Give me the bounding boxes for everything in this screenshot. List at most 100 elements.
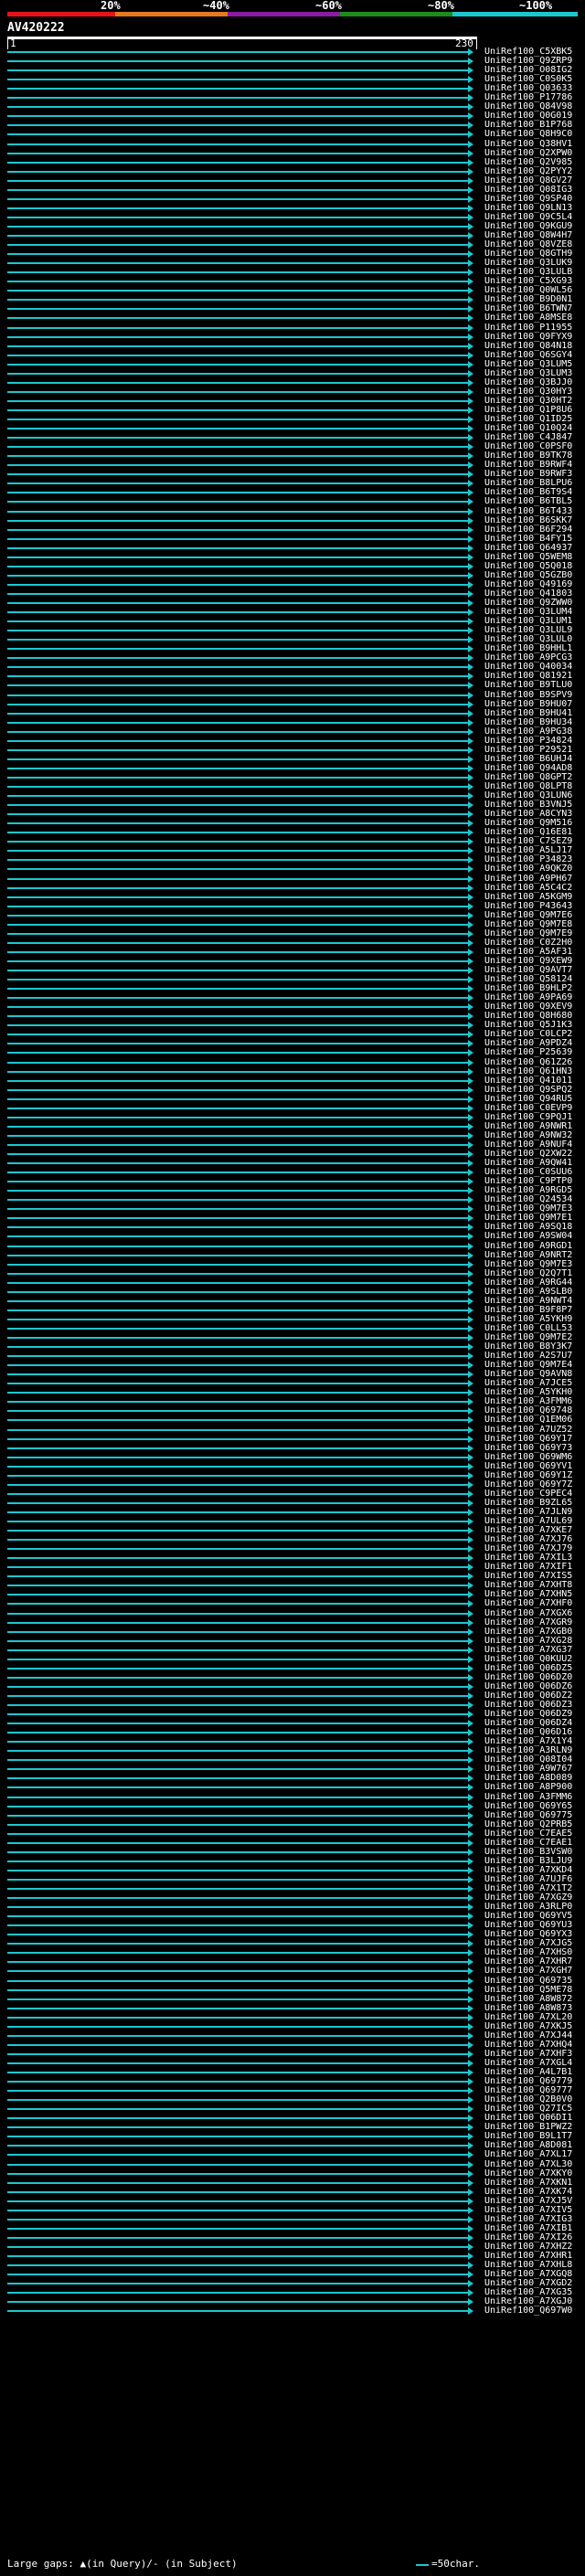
alignment-line [7,1639,470,1642]
alignment-end-arrow-icon [468,1086,473,1094]
alignment-line [7,1575,470,1578]
alignment-end-arrow-icon [468,1701,473,1709]
alignment-end-arrow-icon [468,434,473,442]
alignment-end-arrow-icon [468,1582,473,1590]
alignment-end-arrow-icon [468,1371,473,1379]
alignment-end-arrow-icon [468,516,473,525]
alignment-end-arrow-icon [468,609,473,617]
alignment-end-arrow-icon [468,480,473,488]
alignment-line [7,574,470,577]
alignment-line [7,225,470,228]
alignment-end-arrow-icon [468,94,473,102]
alignment-end-arrow-icon [468,287,473,295]
alignment-line [7,1355,470,1358]
alignment-end-arrow-icon [468,967,473,974]
alignment-end-arrow-icon [468,1848,473,1856]
alignment-end-arrow-icon [468,387,473,396]
alignment-end-arrow-icon [468,2160,473,2168]
alignment-end-arrow-icon [468,2206,473,2214]
alignment-end-arrow-icon [468,737,473,745]
alignment-line [7,1299,470,1302]
alignment-line [7,97,470,100]
alignment-end-arrow-icon [468,2242,473,2251]
alignment-line [7,1850,470,1853]
alignment-end-arrow-icon [468,1940,473,1948]
alignment-end-arrow-icon [468,1058,473,1066]
alignment-end-arrow-icon [468,149,473,157]
alignment-end-arrow-icon [468,1738,473,1746]
alignment-line [7,1052,470,1055]
scale-label-60: ~60% [315,0,342,12]
alignment-line [7,1961,470,1964]
alignment-end-arrow-icon [468,820,473,828]
alignment-line [7,537,470,540]
alignment-end-arrow-icon [468,1591,473,1599]
alignment-line [7,1970,470,1973]
alignment-line [7,721,470,724]
scale-segment-green [340,12,452,16]
alignment-end-arrow-icon [468,1187,473,1195]
alignment-row[interactable]: UniRef100_Q697W0 [0,2306,585,2316]
alignment-line [7,1786,470,1789]
alignment-line [7,216,470,218]
alignment-end-arrow-icon [468,1113,473,1121]
scale-segment-purple [228,12,340,16]
alignment-end-arrow-icon [468,323,473,332]
alignment-end-arrow-icon [468,241,473,249]
alignment-end-arrow-icon [468,1775,473,1783]
alignment-end-arrow-icon [468,158,473,166]
alignment-line [7,1318,470,1320]
alignment-end-arrow-icon [468,2271,473,2279]
alignment-line [7,1667,470,1670]
alignment-end-arrow-icon [468,1986,473,1994]
alignment-end-arrow-icon [468,673,473,681]
alignment-end-arrow-icon [468,1875,473,1883]
alignment-line [7,997,470,1000]
alignment-end-arrow-icon [468,1967,473,1976]
alignment-line [7,335,470,338]
alignment-end-arrow-icon [468,1646,473,1654]
alignment-line [7,1290,470,1293]
alignment-end-arrow-icon [468,1573,473,1581]
alignment-end-arrow-icon [468,1453,473,1461]
alignment-line [7,1492,470,1495]
alignment-end-arrow-icon [468,213,473,221]
alignment-line [7,1024,470,1027]
alignment-end-arrow-icon [468,1471,473,1479]
alignment-end-arrow-icon [468,278,473,286]
alignment-end-arrow-icon [468,746,473,754]
alignment-end-arrow-icon [468,2013,473,2021]
alignment-line [7,317,470,320]
alignment-line [7,1456,470,1458]
alignment-end-arrow-icon [468,2096,473,2104]
alignment-line [7,2090,470,2093]
alignment-end-arrow-icon [468,2280,473,2288]
alignment-line [7,170,470,173]
alignment-line [7,1208,470,1211]
alignment-line [7,2190,470,2193]
alignment-line [7,2310,470,2313]
alignment-end-arrow-icon [468,525,473,534]
alignment-line [7,1015,470,1018]
alignment-line [7,1245,470,1247]
alignment-end-arrow-icon [468,250,473,259]
alignment-end-arrow-icon [468,2124,473,2132]
alignment-end-arrow-icon [468,580,473,588]
alignment-end-arrow-icon [468,1178,473,1186]
alignment-line [7,1309,470,1311]
alignment-line [7,60,470,63]
alignment-line [7,1685,470,1688]
alignment-end-arrow-icon [468,847,473,855]
alignment-end-arrow-icon [468,195,473,203]
alignment-line [7,1125,470,1128]
alignment-line [7,1841,470,1844]
alignment-end-arrow-icon [468,2197,473,2205]
alignment-line [7,1447,470,1449]
alignment-line [7,1483,470,1486]
alignment-line [7,2236,470,2239]
alignment-end-arrow-icon [468,1233,473,1241]
alignment-end-arrow-icon [468,1711,473,1719]
alignment-end-arrow-icon [468,369,473,377]
alignment-end-arrow-icon [468,1022,473,1030]
hit-label[interactable]: UniRef100_Q697W0 [484,2306,572,2316]
